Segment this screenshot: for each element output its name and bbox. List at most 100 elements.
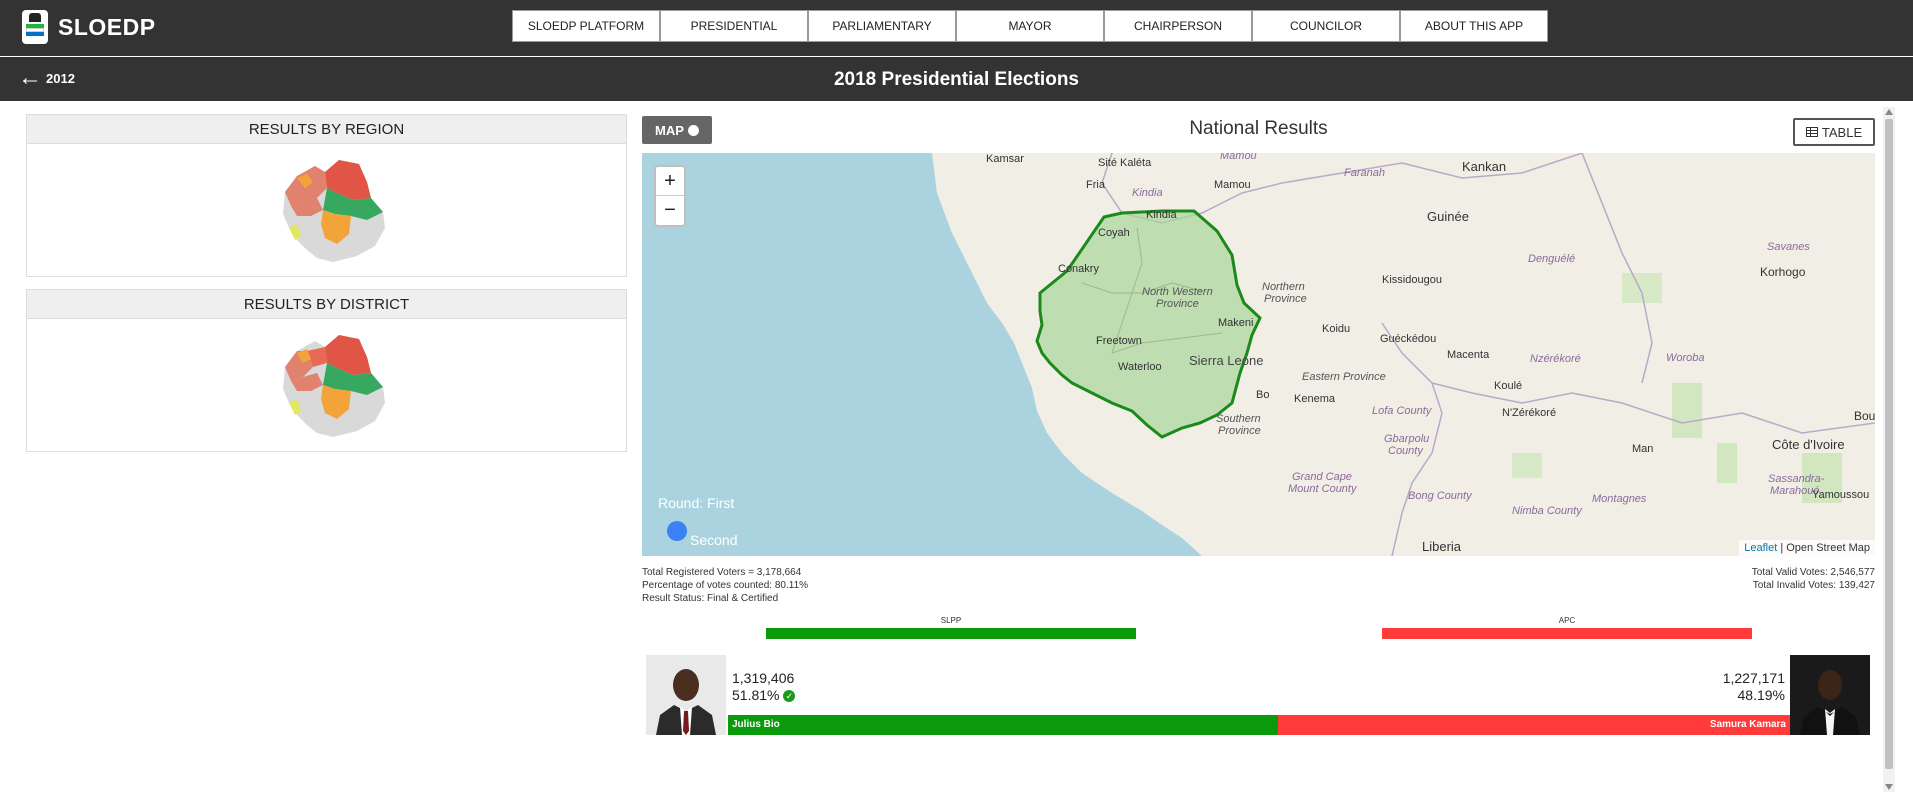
district-results-card: RESULTS BY DISTRICT xyxy=(26,289,627,452)
app-logo[interactable]: SLOEDP xyxy=(22,10,156,44)
map-label: Guinée xyxy=(1427,209,1469,224)
votes-count-a: 1,319,406 xyxy=(732,670,795,686)
district-map-thumbnail[interactable] xyxy=(267,329,387,441)
map-label: Kankan xyxy=(1462,159,1507,174)
candidate-photo-kamara xyxy=(1790,655,1870,735)
votes-count-b: 1,227,171 xyxy=(1722,670,1785,686)
round-second-label: Second xyxy=(690,532,738,548)
district-card-title: RESULTS BY DISTRICT xyxy=(27,290,626,319)
map-label: Sassandra- xyxy=(1768,473,1825,485)
map-label: Yamoussou xyxy=(1812,489,1870,501)
map-attribution: Leaflet | Open Street Map xyxy=(1739,540,1875,556)
map-label: Province xyxy=(1156,298,1199,310)
map-label: Kissidougou xyxy=(1382,274,1442,286)
map-label: Grand Cape xyxy=(1292,471,1352,483)
vote-share-segment-bio: Julius Bio xyxy=(728,715,1278,735)
map-label: Kindia xyxy=(1132,187,1163,199)
map-label: Gbarpolu xyxy=(1384,433,1430,445)
map-label: Province xyxy=(1264,293,1307,305)
map-label: Bou xyxy=(1854,409,1875,423)
map-label: Sité Kaléta xyxy=(1098,157,1152,169)
party-bar-slpp xyxy=(766,628,1136,639)
party-label-slpp: SLPP xyxy=(940,616,962,625)
vote-share-segment-kamara: Samura Kamara xyxy=(1278,715,1790,735)
votes-percent-b: 48.19% xyxy=(1737,687,1785,703)
logo-icon xyxy=(22,10,48,44)
zoom-out-button[interactable]: − xyxy=(656,196,684,225)
map-label: Mamou xyxy=(1220,153,1257,162)
region-map-thumbnail[interactable] xyxy=(267,154,387,266)
map-label: Makeni xyxy=(1218,317,1254,329)
region-card-title: RESULTS BY REGION xyxy=(27,115,626,144)
arrow-left-icon: ← xyxy=(18,64,42,91)
national-results-panel: National Results MAP TABLE Kamsar Sité K… xyxy=(642,114,1875,742)
back-year-label: 2012 xyxy=(46,70,75,86)
nav-sloedp-platform[interactable]: SLOEDP PLATFORM xyxy=(512,10,660,42)
result-status: Result Status: Final & Certified xyxy=(642,593,779,604)
map-label: Mount County xyxy=(1288,483,1357,495)
leaflet-link[interactable]: Leaflet xyxy=(1744,542,1777,554)
table-view-button[interactable]: TABLE xyxy=(1793,118,1875,146)
map-label: Northern xyxy=(1262,281,1305,293)
candidate-a-votes: 1,319,406 51.81% ✓ xyxy=(732,670,796,704)
scroll-down-arrow-icon[interactable] xyxy=(1885,784,1893,790)
page-scrollbar[interactable] xyxy=(1883,107,1895,792)
map-label: Guéckédou xyxy=(1380,333,1437,345)
globe-icon xyxy=(687,124,699,136)
map-label: Koidu xyxy=(1322,323,1351,335)
party-label-apc: APC xyxy=(1558,616,1576,625)
scroll-thumb[interactable] xyxy=(1885,119,1893,769)
nav-about[interactable]: ABOUT THIS APP xyxy=(1400,10,1548,42)
nav-presidential[interactable]: PRESIDENTIAL xyxy=(660,10,808,42)
map-label: Savanes xyxy=(1767,241,1810,253)
valid-votes: Total Valid Votes: 2,546,577 xyxy=(1751,567,1875,578)
map-label: Man xyxy=(1632,443,1654,455)
results-map[interactable]: Kamsar Sité Kaléta Mamou Faranah Kankan … xyxy=(642,153,1875,556)
map-label: Southern xyxy=(1216,413,1261,425)
map-label: N'Zérékoré xyxy=(1502,407,1557,419)
zoom-control: + − xyxy=(654,165,686,227)
map-label: Mamou xyxy=(1214,179,1251,191)
map-label: Nimba County xyxy=(1512,505,1582,517)
percent-counted: Percentage of votes counted: 80.11% xyxy=(642,580,809,591)
votes-percent-a: 51.81% xyxy=(732,687,780,703)
map-label: Sierra Leone xyxy=(1189,353,1264,368)
nav-chairperson[interactable]: CHAIRPERSON xyxy=(1104,10,1252,42)
main-nav: SLOEDP PLATFORM PRESIDENTIAL PARLIAMENTA… xyxy=(512,10,1548,42)
map-label: Lofa County xyxy=(1372,405,1432,417)
national-results-title: National Results xyxy=(1189,118,1328,139)
map-label: Conakry xyxy=(1058,263,1099,275)
map-label: Liberia xyxy=(1422,539,1462,554)
page-title: 2018 Presidential Elections xyxy=(833,69,1079,90)
check-circle-icon: ✓ xyxy=(783,690,796,703)
nav-mayor[interactable]: MAYOR xyxy=(956,10,1104,42)
map-label: Coyah xyxy=(1098,227,1130,239)
candidate-name-a: Julius Bio xyxy=(732,719,780,730)
party-bar-apc xyxy=(1382,628,1752,639)
nav-councilor[interactable]: COUNCILOR xyxy=(1252,10,1400,42)
back-button[interactable]: ← 2012 xyxy=(18,64,75,91)
map-label: County xyxy=(1388,445,1423,457)
candidate-photo-bio xyxy=(646,655,726,735)
osm-attribution: | Open Street Map xyxy=(1780,542,1870,554)
scroll-up-arrow-icon[interactable] xyxy=(1885,109,1893,115)
table-icon xyxy=(1805,127,1818,137)
region-results-card: RESULTS BY REGION xyxy=(26,114,627,277)
zoom-in-button[interactable]: + xyxy=(656,167,684,196)
map-label: Freetown xyxy=(1096,335,1142,347)
map-label: Koulé xyxy=(1494,380,1523,392)
registered-voters: Total Registered Voters = 3,178,664 xyxy=(642,567,802,578)
map-label: Montagnes xyxy=(1592,493,1647,505)
table-label: TABLE xyxy=(1821,124,1863,140)
nav-parliamentary[interactable]: PARLIAMENTARY xyxy=(808,10,956,42)
map-label: Kindia xyxy=(1146,209,1177,221)
map-label: Korhogo xyxy=(1760,265,1806,279)
round-toggle[interactable] xyxy=(667,521,687,541)
map-label: Bong County xyxy=(1408,490,1472,502)
top-bar: SLOEDP SLOEDP PLATFORM PRESIDENTIAL PARL… xyxy=(0,0,1913,56)
map-label: Eastern Province xyxy=(1302,371,1386,383)
map-label: Waterloo xyxy=(1118,361,1162,373)
map-view-button[interactable]: MAP xyxy=(642,116,712,144)
app-name: SLOEDP xyxy=(58,13,156,40)
round-label: Round: First xyxy=(658,495,735,511)
